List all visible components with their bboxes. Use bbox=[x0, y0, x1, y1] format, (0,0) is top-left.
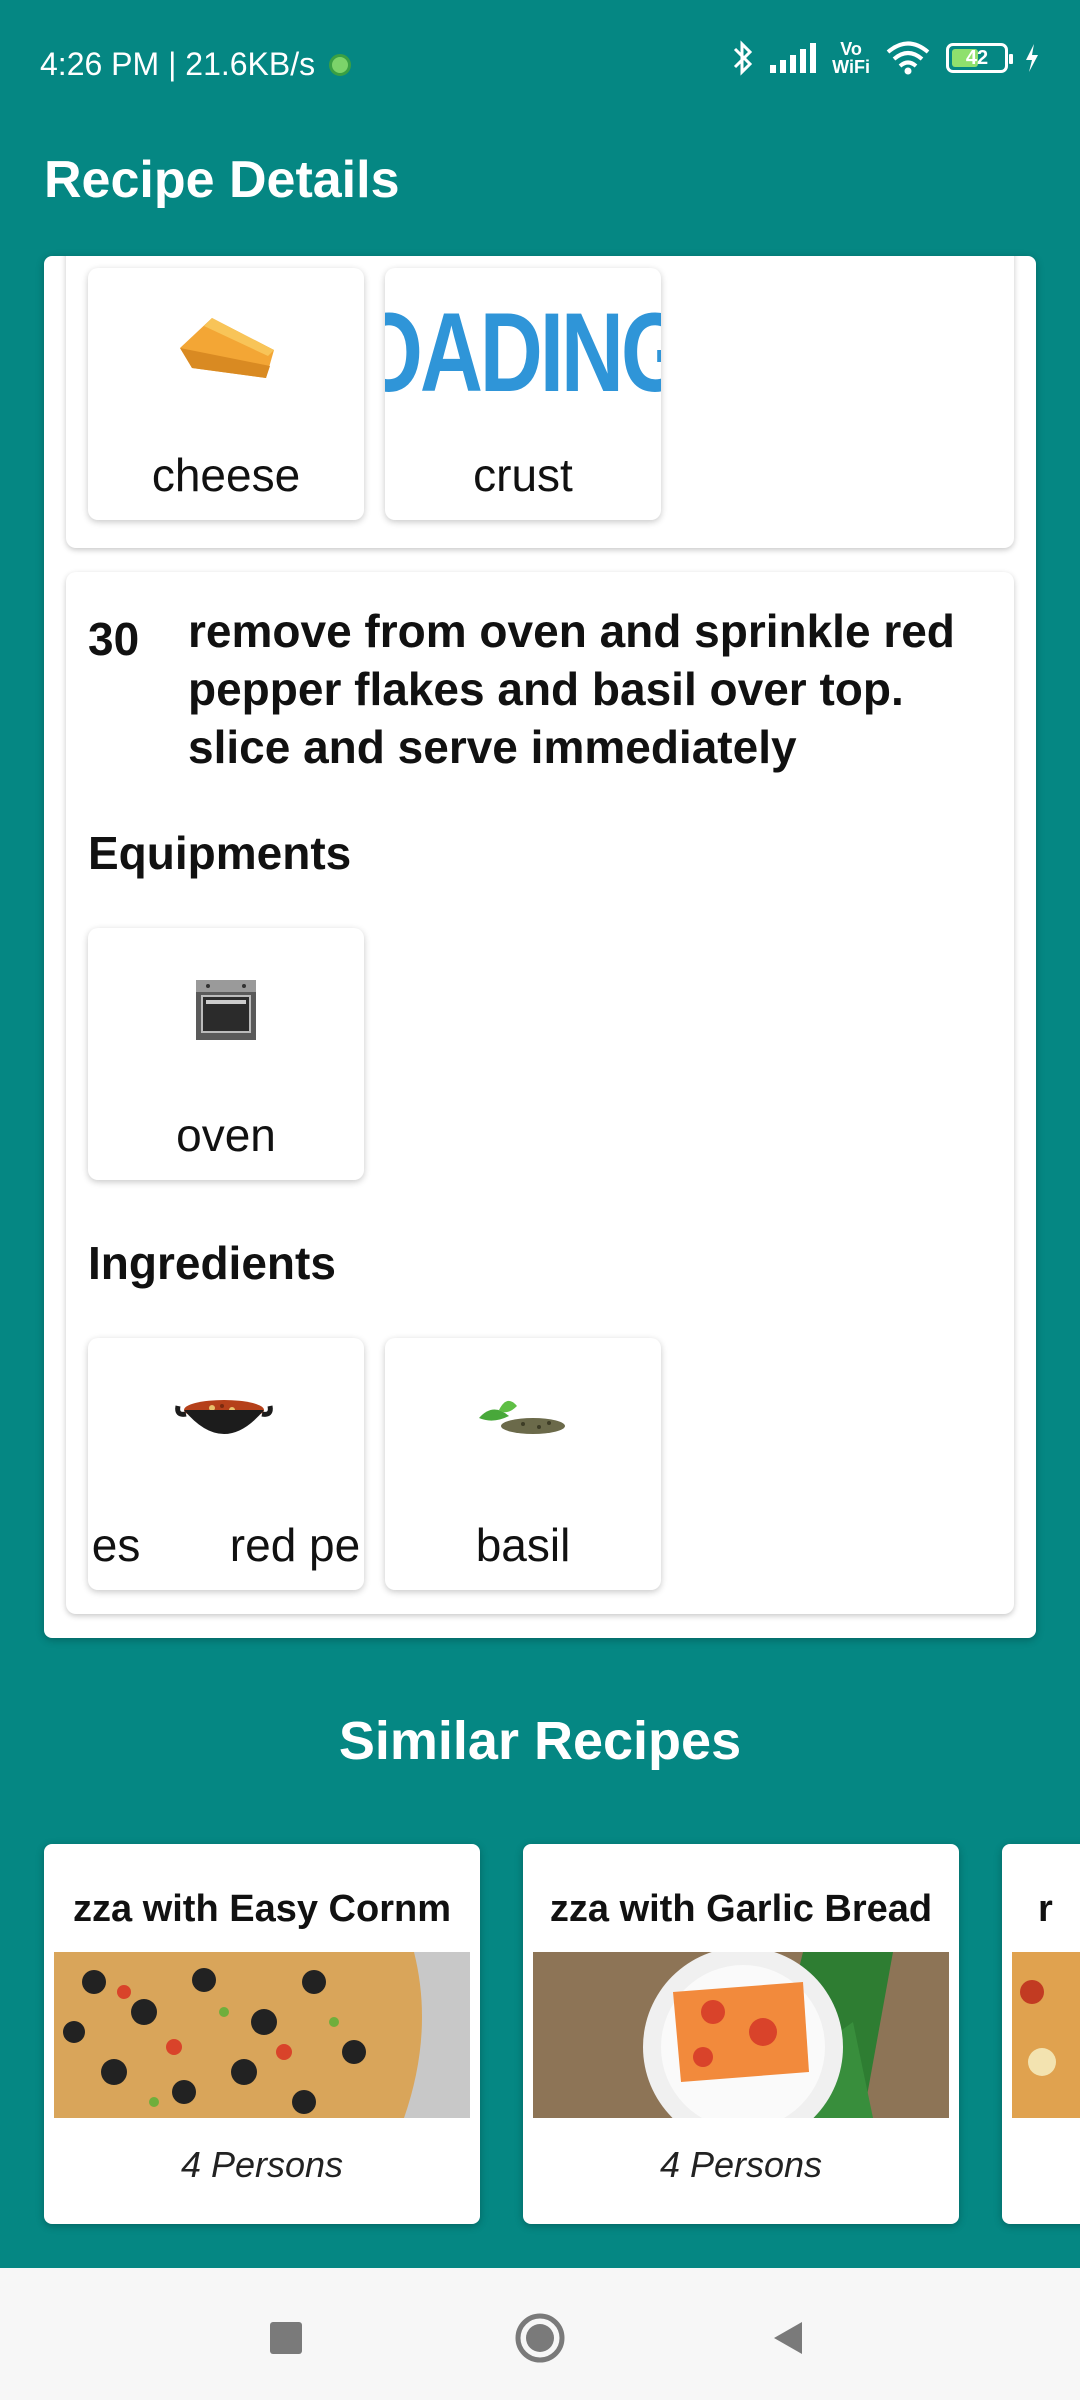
home-button[interactable] bbox=[510, 2308, 570, 2368]
recipe-servings: 4 Persons bbox=[180, 2144, 344, 2185]
oven-icon bbox=[196, 980, 256, 1040]
vowifi-top: Vo bbox=[840, 39, 862, 59]
status-left: 4:26 PM | 21.6KB/s bbox=[40, 46, 352, 83]
cellular-signal-icon bbox=[770, 43, 817, 73]
status-right: Vo WiFi 42 bbox=[732, 40, 1040, 76]
battery-level: 42 bbox=[965, 46, 989, 69]
recipe-title-text: zza with Easy Cornm bbox=[73, 1888, 451, 1930]
step-instruction: remove from oven and sprinkle red pepper… bbox=[188, 605, 955, 773]
instructions-card: cheese OADING crust 30 remove from oven … bbox=[44, 256, 1036, 1638]
vowifi-icon: Vo WiFi bbox=[832, 40, 870, 76]
recipe-title: zza with Easy Cornm bbox=[54, 1888, 470, 1938]
recipe-image-pizza-plate bbox=[533, 1952, 949, 2118]
wifi-icon bbox=[886, 41, 930, 75]
square-icon bbox=[270, 2322, 302, 2354]
notification-app-icon bbox=[329, 53, 352, 76]
ingredient-label: es red pe bbox=[91, 1519, 361, 1571]
battery-icon: 42 bbox=[946, 43, 1013, 73]
page-title: Recipe Details bbox=[44, 151, 400, 209]
step-card: 30 remove from oven and sprinkle red pep… bbox=[66, 572, 1014, 1614]
system-navigation-bar bbox=[0, 2268, 1080, 2400]
ingredient-tile-red-pepper-flakes[interactable]: es red pe bbox=[88, 1338, 364, 1590]
similar-recipes-heading: Similar Recipes bbox=[338, 1711, 742, 1771]
recipe-image-pizza-olives bbox=[54, 1952, 470, 2118]
similar-recipe-card[interactable]: zza with Garlic Bread 4 Persons bbox=[523, 1844, 959, 2224]
equipments-heading: Equipments bbox=[88, 827, 352, 879]
bluetooth-icon bbox=[734, 40, 753, 76]
ingredient-label: crust bbox=[473, 449, 573, 501]
recipe-image-partial bbox=[1012, 1952, 1080, 2118]
vowifi-bottom: WiFi bbox=[832, 57, 870, 77]
ingredient-tile-cheese[interactable]: cheese bbox=[88, 268, 364, 520]
triangle-back-icon bbox=[774, 2322, 802, 2354]
circle-icon bbox=[515, 2313, 565, 2363]
recipe-title: r bbox=[1038, 1888, 1080, 1938]
recipe-title-text: zza with Garlic Bread bbox=[549, 1888, 933, 1930]
ingredient-tile-basil[interactable]: basil bbox=[385, 1338, 661, 1590]
similar-recipe-card[interactable]: zza with Easy Cornm 4 Persons bbox=[44, 1844, 480, 2224]
ingredient-tile-crust[interactable]: OADING crust bbox=[385, 268, 661, 520]
back-button[interactable] bbox=[758, 2308, 818, 2368]
step-card-previous: cheese OADING crust bbox=[66, 256, 1014, 548]
loading-placeholder-image: OADING bbox=[385, 290, 661, 415]
time-and-speed: 4:26 PM | 21.6KB/s bbox=[40, 46, 316, 82]
status-bar: 4:26 PM | 21.6KB/s Vo WiFi 42 bbox=[0, 0, 1080, 130]
ingredients-heading: Ingredients bbox=[88, 1237, 336, 1289]
ingredient-label: cheese bbox=[151, 449, 301, 501]
ingredient-label: basil bbox=[475, 1519, 571, 1571]
recipe-servings: 4 Persons bbox=[659, 2144, 823, 2185]
equipment-tile-oven[interactable]: oven bbox=[88, 928, 364, 1180]
cheese-icon bbox=[180, 318, 274, 378]
charging-icon bbox=[1026, 44, 1038, 72]
equipment-label: oven bbox=[176, 1109, 276, 1161]
step-number: 30 bbox=[88, 613, 140, 665]
recipe-title-text: r bbox=[1038, 1888, 1053, 1930]
similar-recipe-card[interactable]: r bbox=[1002, 1844, 1080, 2224]
basil-icon bbox=[479, 1400, 565, 1434]
recipe-title: zza with Garlic Bread bbox=[533, 1888, 949, 1938]
recents-button[interactable] bbox=[256, 2308, 316, 2368]
red-pepper-flakes-icon bbox=[175, 1400, 273, 1434]
